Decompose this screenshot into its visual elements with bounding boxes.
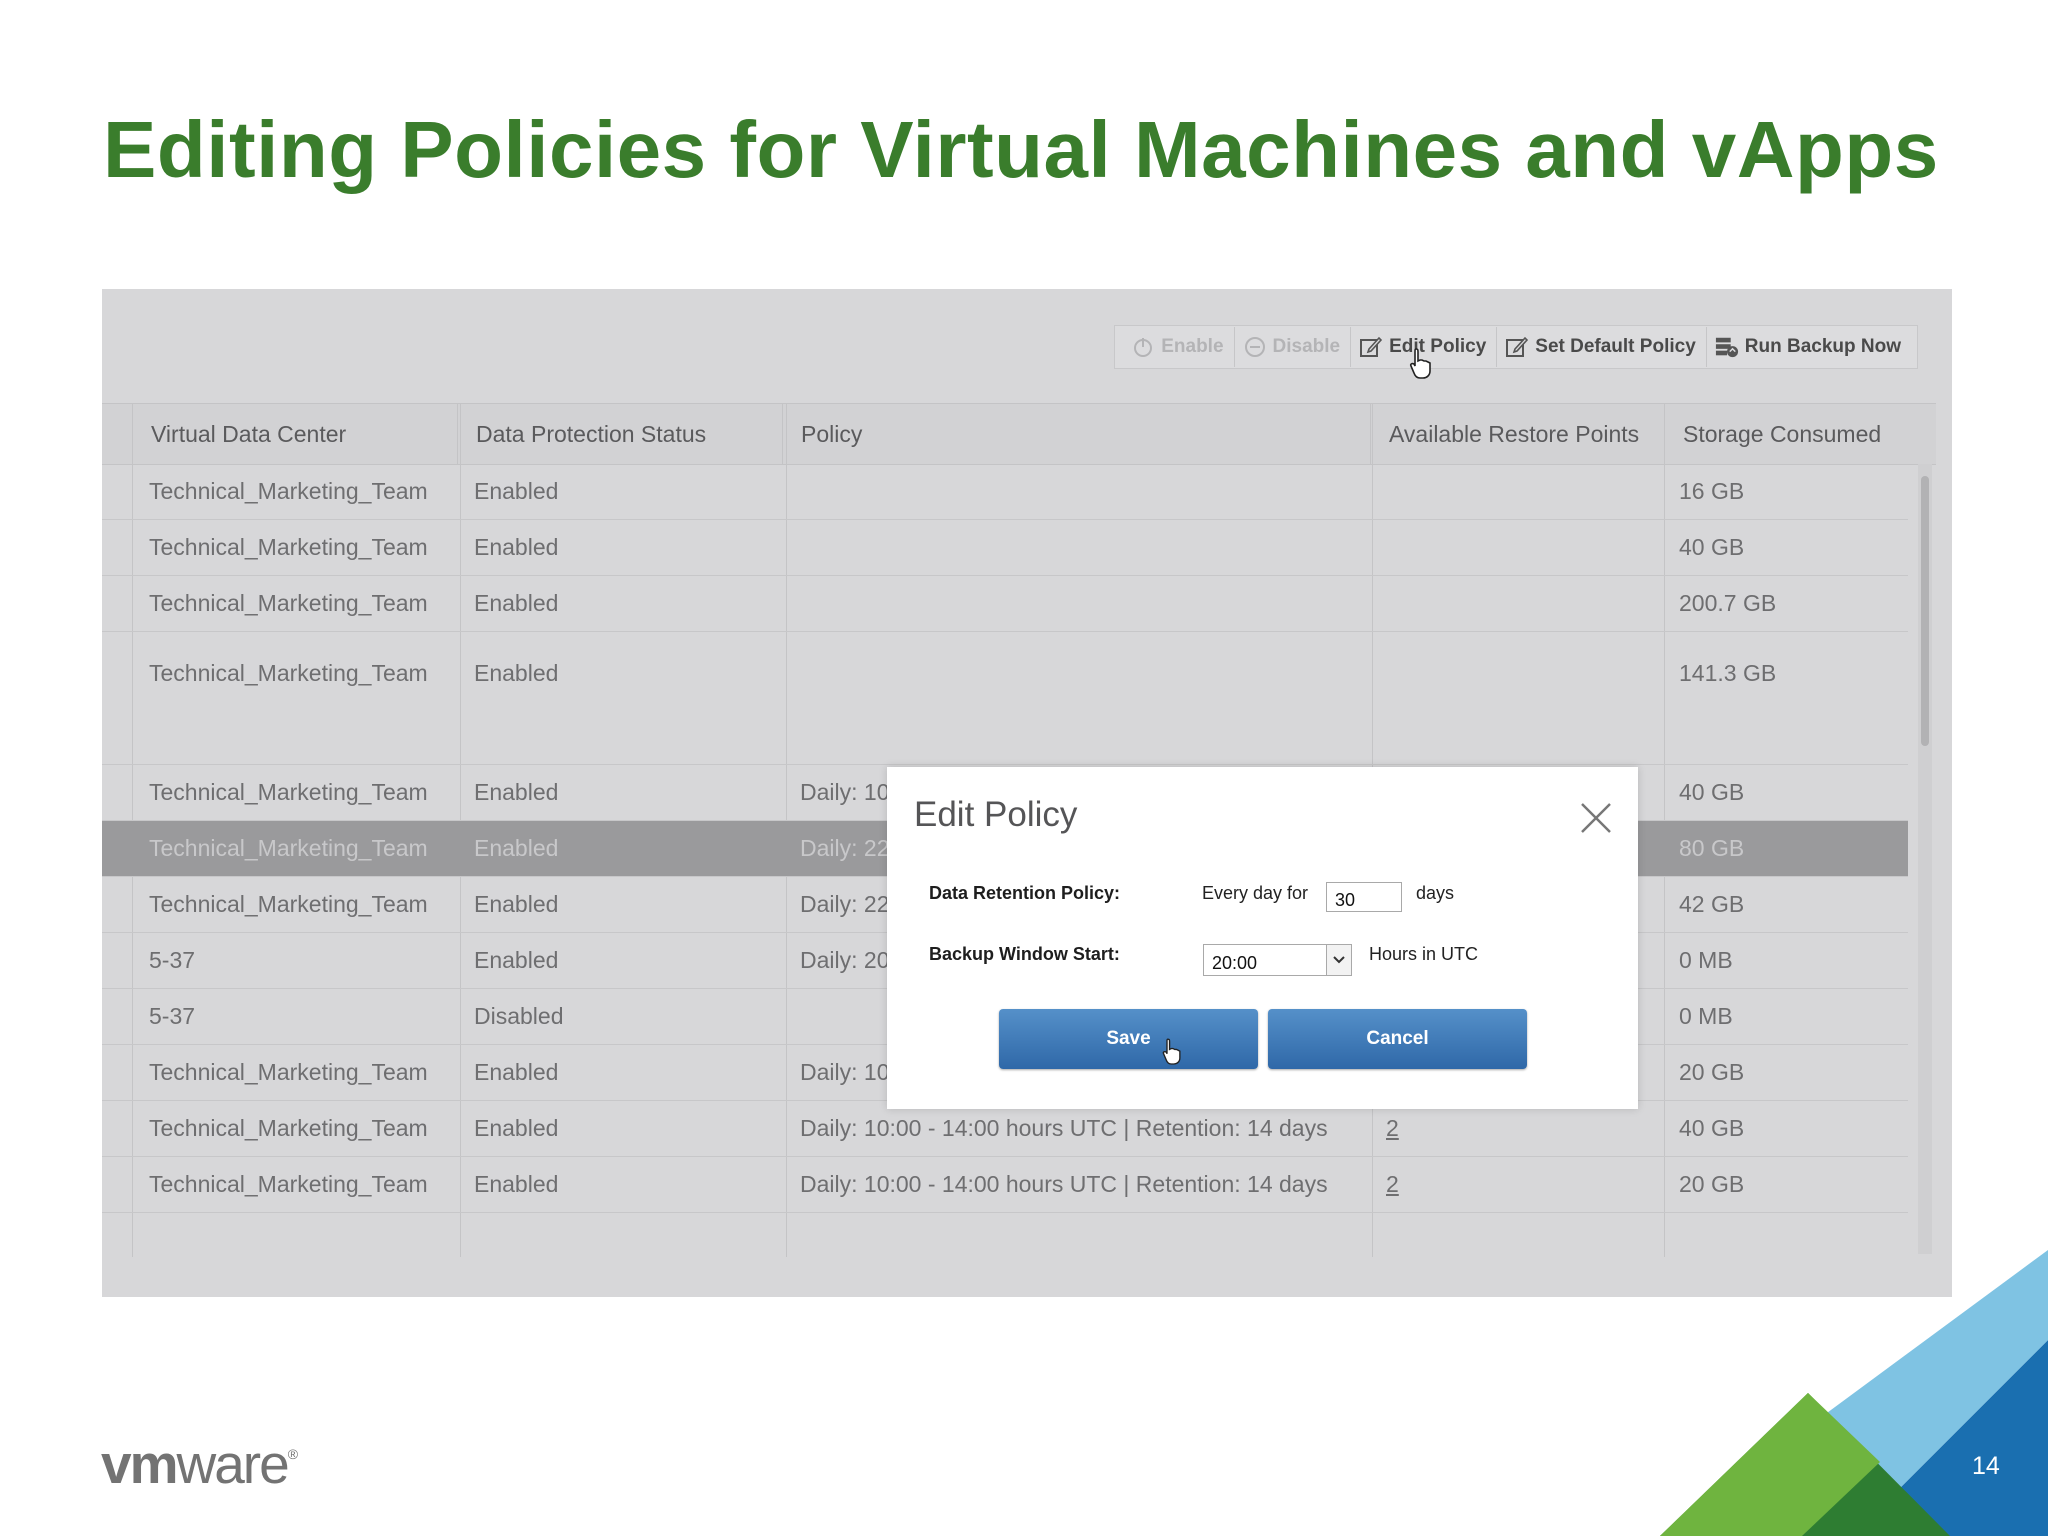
table-cell-storage: 40 GB bbox=[1679, 534, 1745, 560]
column-header[interactable]: Policy bbox=[782, 404, 1370, 464]
table-row[interactable]: Technical_Marketing_Team Enabled 141.3 GB bbox=[102, 632, 1908, 765]
table-cell-vdc: Technical_Marketing_Team bbox=[149, 1115, 428, 1141]
retention-prefix: Every day for bbox=[1202, 883, 1309, 903]
table-cell-vdc: Technical_Marketing_Team bbox=[149, 891, 428, 917]
table-cell-vdc: Technical_Marketing_Team bbox=[149, 478, 428, 504]
vmware-logo: vmware® bbox=[101, 1433, 299, 1495]
hand-cursor-icon bbox=[1162, 1038, 1181, 1065]
table-cell-status: Enabled bbox=[474, 660, 559, 686]
table-cell-status: Enabled bbox=[474, 891, 559, 917]
table-cell-vdc: 5-37 bbox=[149, 947, 196, 973]
close-icon[interactable] bbox=[1579, 801, 1613, 835]
cancel-button[interactable]: Cancel bbox=[1268, 1009, 1527, 1069]
enable-label: Enable bbox=[1161, 336, 1224, 357]
table-row[interactable]: Technical_Marketing_Team Enabled Daily: 10… bbox=[102, 1101, 1908, 1157]
column-header[interactable]: Virtual Data Center bbox=[132, 404, 457, 464]
table-cell-status: Enabled bbox=[474, 534, 559, 560]
table-cell-policy: Daily: 10:00 - 14:00 hours UTC | Retenti… bbox=[800, 1115, 1328, 1141]
table-row[interactable]: Technical_Marketing_Team Enabled 40 GB bbox=[102, 520, 1908, 576]
table-cell-storage: 16 GB bbox=[1679, 478, 1745, 504]
table-cell-status: Enabled bbox=[474, 835, 559, 861]
chevron-down-icon[interactable] bbox=[1326, 944, 1352, 976]
table-cell-policy: Daily: 10:00 - 14:00 hours UTC | Retenti… bbox=[800, 1171, 1328, 1197]
retention-suffix: days bbox=[1416, 883, 1455, 903]
table-cell-restore-points[interactable]: 2 bbox=[1374, 1171, 1399, 1198]
disable-label: Disable bbox=[1272, 336, 1341, 357]
edit-policy-dialog: Edit Policy Data Retention Policy: Every… bbox=[887, 767, 1638, 1109]
table-cell-storage: 0 MB bbox=[1679, 947, 1733, 973]
table-cell-storage: 42 GB bbox=[1679, 891, 1745, 917]
table-cell-storage: 141.3 GB bbox=[1679, 660, 1777, 686]
minus-circle-icon bbox=[1243, 335, 1267, 359]
backup-window-label: Backup Window Start: bbox=[929, 944, 1120, 964]
table-cell-vdc: Technical_Marketing_Team bbox=[149, 534, 428, 560]
retention-days-input[interactable] bbox=[1326, 882, 1402, 912]
edit-icon bbox=[1505, 335, 1529, 359]
table-row[interactable]: Technical_Marketing_Team Enabled 16 GB bbox=[102, 464, 1908, 520]
table-cell-vdc: Technical_Marketing_Team bbox=[149, 590, 428, 616]
table-cell-restore-points[interactable]: 2 bbox=[1374, 1115, 1399, 1142]
table-cell-status: Enabled bbox=[474, 478, 559, 504]
app-screenshot: Enable Disable Edit Policy Set Default P… bbox=[102, 289, 1952, 1297]
table-cell-status: Disabled bbox=[474, 1003, 564, 1029]
table-cell-status: Enabled bbox=[474, 1059, 559, 1085]
run-backup-now-button[interactable]: Run Backup Now bbox=[1705, 327, 1909, 367]
table-header: Virtual Data Center Data Protection Stat… bbox=[102, 403, 1936, 465]
run-backup-now-label: Run Backup Now bbox=[1744, 336, 1901, 357]
hand-cursor-icon bbox=[1409, 348, 1431, 379]
set-default-policy-label: Set Default Policy bbox=[1535, 336, 1696, 357]
enable-button[interactable]: Enable bbox=[1123, 327, 1231, 367]
cancel-label: Cancel bbox=[1366, 1028, 1429, 1049]
retention-label: Data Retention Policy: bbox=[929, 883, 1121, 903]
table-cell-storage: 20 GB bbox=[1679, 1059, 1745, 1085]
edit-icon bbox=[1359, 335, 1383, 359]
table-cell-vdc: Technical_Marketing_Team bbox=[149, 660, 428, 686]
database-backup-icon bbox=[1715, 335, 1739, 359]
table-cell-vdc: Technical_Marketing_Team bbox=[149, 835, 428, 861]
save-button[interactable]: Save bbox=[999, 1009, 1258, 1069]
table-row[interactable]: Technical_Marketing_Team Enabled 200.7 GB bbox=[102, 576, 1908, 632]
dialog-title: Edit Policy bbox=[914, 795, 1078, 834]
table-row[interactable]: Technical_Marketing_Team Enabled Daily: 10… bbox=[102, 1157, 1908, 1213]
set-default-policy-button[interactable]: Set Default Policy bbox=[1496, 327, 1704, 367]
column-header[interactable]: Available Restore Points bbox=[1370, 404, 1664, 464]
table-cell-storage: 0 MB bbox=[1679, 1003, 1733, 1029]
table-cell-storage: 40 GB bbox=[1679, 779, 1745, 805]
disable-button[interactable]: Disable bbox=[1233, 327, 1349, 367]
table-cell-vdc: 5-37 bbox=[149, 1003, 196, 1029]
table-cell-vdc: Technical_Marketing_Team bbox=[149, 779, 428, 805]
slide-title: Editing Policies for Virtual Machines an… bbox=[103, 105, 1939, 194]
toolbar: Enable Disable Edit Policy Set Default P… bbox=[1114, 325, 1918, 369]
table-cell-storage: 80 GB bbox=[1679, 835, 1745, 861]
table-cell-storage: 200.7 GB bbox=[1679, 590, 1777, 616]
table-cell-status: Enabled bbox=[474, 1115, 559, 1141]
table-cell-status: Enabled bbox=[474, 779, 559, 805]
table-cell-vdc: Technical_Marketing_Team bbox=[149, 1171, 428, 1197]
backup-window-suffix: Hours in UTC bbox=[1369, 944, 1479, 964]
table-cell-status: Enabled bbox=[474, 590, 559, 616]
page-number: 14 bbox=[1972, 1452, 2000, 1480]
scrollbar-thumb[interactable] bbox=[1921, 476, 1929, 746]
table-cell-vdc: Technical_Marketing_Team bbox=[149, 1059, 428, 1085]
table-cell-status: Enabled bbox=[474, 947, 559, 973]
power-icon bbox=[1131, 335, 1155, 359]
backup-window-select[interactable] bbox=[1203, 944, 1329, 976]
table-cell-status: Enabled bbox=[474, 1171, 559, 1197]
column-header[interactable]: Storage Consumed bbox=[1664, 404, 1936, 464]
table-cell-storage: 40 GB bbox=[1679, 1115, 1745, 1141]
vertical-scrollbar[interactable] bbox=[1918, 464, 1932, 1254]
column-header[interactable]: Data Protection Status bbox=[457, 404, 782, 464]
table-cell-storage: 20 GB bbox=[1679, 1171, 1745, 1197]
save-label: Save bbox=[1106, 1028, 1151, 1049]
edit-policy-label: Edit Policy bbox=[1389, 336, 1487, 357]
